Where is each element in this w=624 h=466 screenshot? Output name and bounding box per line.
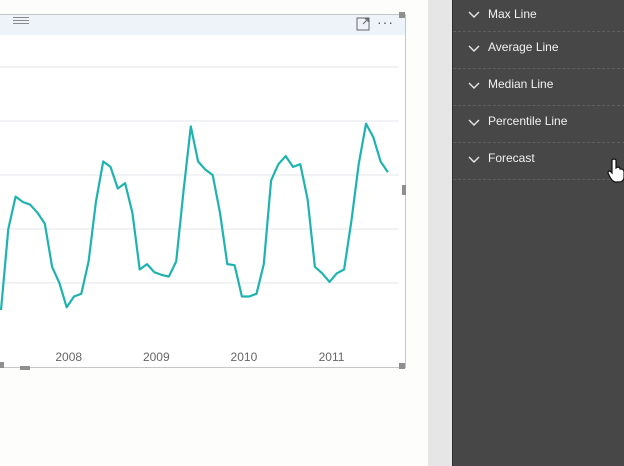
report-canvas: ··· 2008 2009 2010 2011 — [0, 0, 428, 466]
line-chart-visual[interactable]: ··· 2008 2009 2010 2011 — [0, 14, 406, 368]
series-line[interactable] — [0, 122, 389, 311]
pane-item-forecast[interactable]: Forecast — [453, 143, 624, 180]
resize-handle-right[interactable] — [402, 185, 406, 195]
resize-handle-left[interactable] — [0, 362, 4, 368]
canvas-scroll-strip[interactable] — [428, 0, 452, 466]
x-tick-label: 2009 — [143, 350, 170, 364]
analytics-pane: Max Line Average Line Median Line Percen… — [452, 0, 624, 466]
chevron-down-icon — [468, 156, 480, 163]
pane-item-percentile-line[interactable]: Percentile Line — [453, 106, 624, 143]
pane-item-average-line[interactable]: Average Line — [453, 32, 624, 69]
pane-item-label: Median Line — [488, 77, 554, 91]
pane-item-median-line[interactable]: Median Line — [453, 69, 624, 106]
pane-item-label: Forecast — [488, 151, 535, 165]
pane-item-label: Percentile Line — [488, 114, 568, 128]
resize-handle-top-right[interactable] — [399, 12, 405, 18]
pane-item-label: Average Line — [488, 40, 559, 54]
hand-pointer-cursor-icon — [607, 158, 624, 183]
pane-item-max-line[interactable]: Max Line — [453, 0, 624, 32]
pane-item-label: Max Line — [488, 7, 537, 21]
resize-handle-bottom-right[interactable] — [399, 363, 405, 369]
x-tick-label: 2010 — [231, 350, 258, 364]
chevron-down-icon — [468, 119, 480, 126]
chevron-down-icon — [468, 82, 480, 89]
line-chart: 2008 2009 2010 2011 — [0, 66, 399, 364]
resize-handle-bottom[interactable] — [20, 366, 30, 370]
chevron-down-icon — [468, 45, 480, 52]
x-tick-label: 2011 — [319, 350, 345, 364]
x-tick-label: 2008 — [55, 350, 82, 364]
chevron-down-icon — [468, 11, 480, 18]
